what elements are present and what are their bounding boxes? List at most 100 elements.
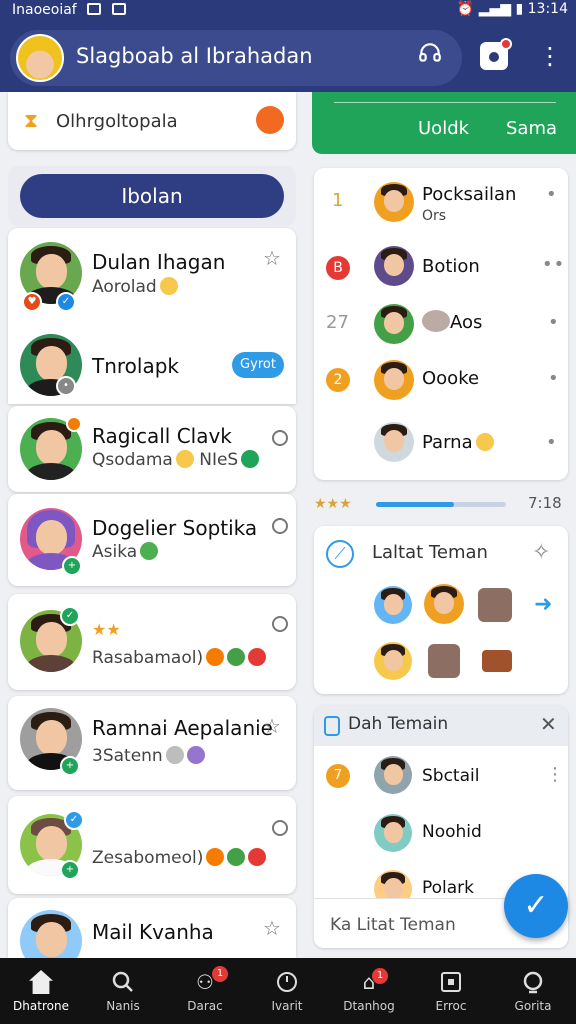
bottom-nav: Dhatrone Nanis ⚇ 1 Darac Ivarit ⌂ 1 Dtan…	[0, 958, 576, 1024]
contact-status: Asika	[92, 542, 159, 562]
ring-icon[interactable]	[272, 518, 288, 534]
ring-icon[interactable]	[272, 616, 288, 632]
close-icon[interactable]: ✕	[540, 712, 557, 736]
status-icon	[66, 416, 82, 432]
see-all-label: Ka Litat Teman	[330, 915, 456, 935]
uoldk-button[interactable]: Uoldk	[418, 118, 469, 139]
list-item[interactable]: Ragicall Clavk Qsodama NIeS	[8, 406, 296, 492]
list-item[interactable]: ♥ ✓ Dulan Ihagan Aorolad ☆ • Tnrolapk Gy…	[8, 228, 296, 404]
nav-label: Ivarit	[271, 999, 303, 1013]
status-left: Inaoeoiaf	[12, 2, 126, 18]
tag-icon: ⧗	[24, 108, 39, 132]
list-item[interactable]: + Dogelier Soptika Asika	[8, 494, 296, 586]
status-bar: Inaoeoiaf ⏰ ▂▄▆ ▮ 13:14	[0, 0, 576, 22]
contact-status: 3Satenn	[92, 746, 205, 766]
status-icon: +	[62, 556, 82, 576]
list-item[interactable]: ✓ ★★ Rasabamaol)	[8, 594, 296, 690]
contact-status-text: Aorolad	[92, 277, 157, 297]
status-icon: +	[60, 756, 80, 776]
status-icon: ✓	[60, 606, 80, 626]
ring-icon[interactable]	[272, 820, 288, 836]
sama-button[interactable]: Sama	[506, 118, 557, 139]
more-icon[interactable]: •	[548, 312, 560, 333]
avatar[interactable]	[374, 642, 412, 680]
status-pill[interactable]: Gyrot	[232, 352, 284, 378]
avatar	[374, 360, 414, 400]
nav-item-home[interactable]: Dhatrone	[0, 958, 82, 1024]
confirm-fab[interactable]: ✓	[504, 874, 568, 938]
star-icon[interactable]: ☆	[263, 916, 281, 940]
nav-item-profile[interactable]: Gorita	[492, 958, 574, 1024]
latest-card-title: Laltat Teman	[372, 542, 488, 563]
list-item[interactable]: Mail Kvanha ☆	[8, 898, 296, 972]
home-icon	[29, 970, 53, 994]
scarecrow-icon[interactable]	[428, 644, 460, 678]
scarecrow-icon[interactable]	[478, 588, 512, 622]
nav-item-clock[interactable]: Ivarit	[246, 958, 328, 1024]
mascot-icon[interactable]	[256, 106, 284, 134]
app-bar: Slagboab al Ibrahadan ⋮	[0, 22, 576, 92]
battery-icon: ▮	[515, 1, 524, 17]
smile-icon	[140, 542, 159, 560]
smile-icon	[159, 277, 178, 295]
basket-icon[interactable]	[482, 650, 512, 672]
ring-icon[interactable]	[272, 430, 288, 446]
more-menu-icon[interactable]: ⋮	[538, 40, 562, 72]
status-icon: ✓	[64, 810, 84, 830]
nav-item-square[interactable]: Erroc	[410, 958, 492, 1024]
nav-label: Gorita	[514, 999, 552, 1013]
avatar	[374, 182, 414, 222]
search-card[interactable]: ⧗ Olhrgoltopala	[8, 92, 296, 150]
more-icon[interactable]: •	[548, 368, 560, 389]
headset-icon[interactable]	[416, 40, 444, 72]
emoji-icon	[206, 848, 225, 866]
contact-status-text: Asika	[92, 542, 138, 562]
rank-name: Botion	[422, 256, 480, 277]
progress-time: 7:18	[528, 494, 562, 512]
more-icon[interactable]: •	[546, 432, 558, 453]
leaf-icon: ⟋	[326, 540, 354, 568]
more-menu-icon[interactable]: ⋮	[546, 764, 565, 785]
nav-item-search[interactable]: Nanis	[82, 958, 164, 1024]
contact-status-text: Rasabamaol)	[92, 648, 204, 668]
nav-item-bell[interactable]: ⌂ 1 Dtanhog	[328, 958, 410, 1024]
avatar[interactable]	[16, 34, 64, 82]
rank-number: 27	[326, 312, 349, 333]
contact-status-text: Zesabomeol)	[92, 848, 204, 868]
puzzle-icon[interactable]: ✧	[532, 540, 550, 565]
more-icon[interactable]: ••	[542, 254, 565, 275]
avatar	[374, 422, 414, 462]
contact-name: Tnrolapk	[92, 354, 180, 378]
star-icon[interactable]: ☆	[263, 246, 281, 270]
nav-label: Nanis	[106, 999, 140, 1013]
friend-name: Noohid	[422, 822, 482, 842]
more-icon[interactable]: •	[546, 184, 558, 205]
ibolan-button[interactable]: Ibolan	[20, 174, 284, 218]
emoji-icon	[227, 848, 246, 866]
friend-name: Polark	[422, 878, 475, 898]
status-time: 13:14	[527, 1, 568, 17]
action-card: Uoldk Sama	[312, 92, 576, 154]
inbox-icon[interactable]	[480, 38, 512, 70]
list-item[interactable]: + Ramnai Aepalanie 3Satenn ☆	[8, 696, 296, 790]
pin-icon	[186, 746, 205, 764]
avatar[interactable]	[374, 586, 412, 624]
star-icon[interactable]: ☆	[263, 714, 281, 738]
notification-badge: 1	[212, 966, 228, 982]
doc-icon	[324, 716, 340, 736]
headset-icon	[419, 43, 441, 62]
nav-label: Dhatrone	[13, 999, 69, 1013]
friend-name: Sbctail	[422, 766, 480, 786]
nav-item-group[interactable]: ⚇ 1 Darac	[164, 958, 246, 1024]
emoji-icon	[475, 433, 494, 451]
avatar[interactable]	[424, 584, 464, 624]
friend-card-title: Dah Temain	[348, 714, 449, 734]
contact-name: Dulan Ihagan	[92, 250, 226, 274]
arrow-right-icon[interactable]: ➜	[534, 592, 552, 617]
rank-sub: Ors	[422, 208, 447, 224]
rank-name-text: Parna	[422, 432, 473, 453]
notification-icon	[111, 3, 126, 15]
notification-icon	[87, 3, 102, 15]
profile-pill[interactable]: Slagboab al Ibrahadan	[10, 30, 462, 86]
list-item[interactable]: ✓ + Zesabomeol)	[8, 796, 296, 894]
